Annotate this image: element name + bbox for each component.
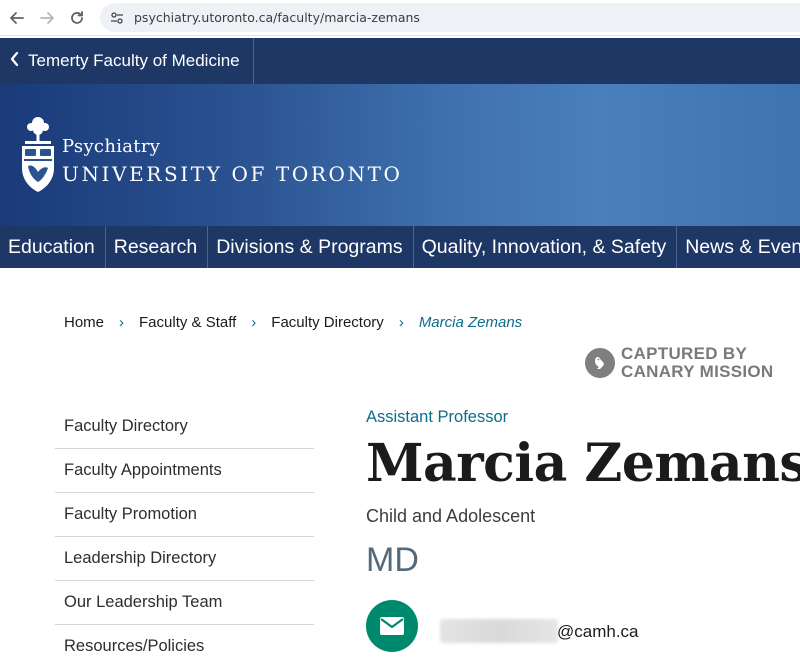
division-name: Child and Adolescent [366,506,536,526]
nav-divisions-programs[interactable]: Divisions & Programs [208,226,414,268]
header-banner: Psychiatry UNIVERSITY OF TORONTO [0,84,800,226]
breadcrumb-faculty-staff[interactable]: Faculty & Staff [139,314,236,331]
temerty-back-link[interactable]: Temerty Faculty of Medicine [0,38,254,84]
sidebar-item-faculty-appointments[interactable]: Faculty Appointments [55,449,314,493]
academic-rank: Assistant Professor [366,408,509,426]
main-navigation: Education Research Divisions & Programs … [0,226,800,268]
arrow-left-icon[interactable] [2,3,32,33]
bird-icon [585,348,615,378]
logo-university: UNIVERSITY OF TORONTO [62,162,403,186]
url-text[interactable]: psychiatry.utoronto.ca/faculty/marcia-ze… [134,10,420,25]
breadcrumb-separator: › [251,314,257,331]
faculty-top-bar: Temerty Faculty of Medicine [0,38,800,84]
breadcrumb-separator: › [398,314,404,331]
degree: MD [366,541,419,579]
address-bar[interactable]: psychiatry.utoronto.ca/faculty/marcia-ze… [100,3,800,32]
chevron-left-icon [10,51,19,71]
sidebar-item-faculty-promotion[interactable]: Faculty Promotion [55,493,314,537]
site-info-icon[interactable] [108,9,126,27]
watermark-line-1: CAPTURED BY [621,344,748,363]
redacted-email-user [440,619,558,643]
nav-news-events[interactable]: News & Events [677,226,800,268]
sidebar-item-faculty-directory[interactable]: Faculty Directory [55,405,314,449]
sidebar-item-resources-policies[interactable]: Resources/Policies [55,625,314,660]
uoft-crest-icon[interactable] [20,114,56,196]
breadcrumb-separator: › [119,314,125,331]
breadcrumb-home[interactable]: Home [64,314,104,331]
nav-research[interactable]: Research [106,226,209,268]
sidebar-item-our-leadership-team[interactable]: Our Leadership Team [55,581,314,625]
page-title: Marcia Zemans [366,433,800,494]
nav-education[interactable]: Education [0,226,106,268]
breadcrumb-current: Marcia Zemans [418,314,523,331]
sidebar-menu: Faculty Directory Faculty Appointments F… [55,405,314,660]
logo-department: Psychiatry [62,136,161,157]
arrow-right-icon[interactable] [32,3,62,33]
reload-icon[interactable] [62,3,92,33]
sidebar-item-leadership-directory[interactable]: Leadership Directory [55,537,314,581]
browser-toolbar: psychiatry.utoronto.ca/faculty/marcia-ze… [0,0,800,36]
envelope-icon[interactable] [366,600,418,652]
back-link-label[interactable]: Temerty Faculty of Medicine [28,51,240,71]
watermark-text: CAPTURED BY CANARY MISSION [621,345,774,381]
nav-quality-innovation-safety[interactable]: Quality, Innovation, & Safety [414,226,678,268]
canary-mission-watermark: CAPTURED BY CANARY MISSION [585,345,774,381]
breadcrumb: Home › Faculty & Staff › Faculty Directo… [64,314,522,331]
watermark-line-2: CANARY MISSION [621,362,774,381]
breadcrumb-faculty-directory[interactable]: Faculty Directory [271,314,384,331]
email-domain[interactable]: @camh.ca [557,622,639,642]
